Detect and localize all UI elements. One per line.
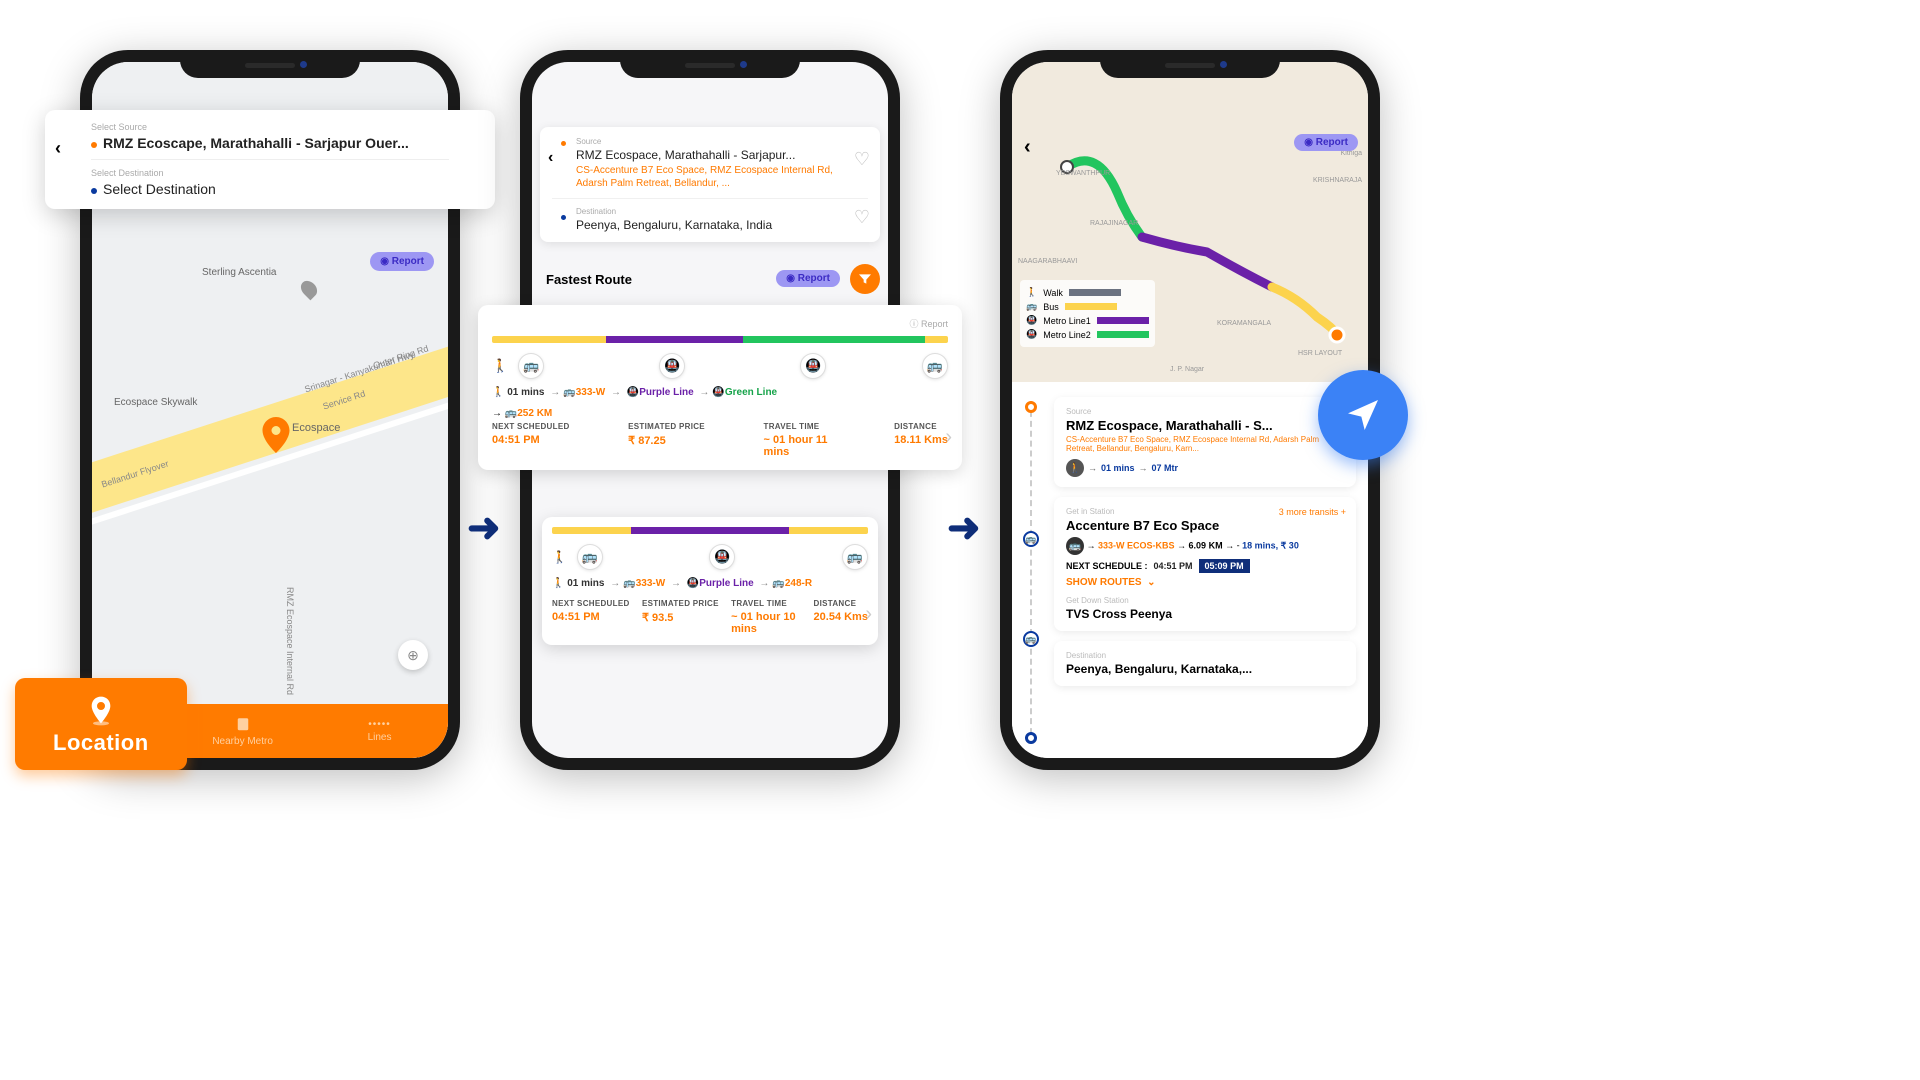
bus-icon: 🚌 — [922, 353, 948, 379]
map-label: YESWANTHPUR — [1056, 170, 1110, 177]
favorite-dest-button[interactable]: ♡ — [854, 207, 870, 228]
source-card: Source RMZ Ecospace, Marathahalli - S...… — [1054, 397, 1356, 487]
route-mode-icons: 🚶 🚌 🚇 🚌 — [552, 544, 868, 570]
map-label: J. P. Nagar — [1170, 366, 1204, 373]
chevron-right-icon: › — [865, 603, 872, 626]
metro-icon: 🚇 — [709, 544, 735, 570]
bus-icon: 🚌 — [842, 544, 868, 570]
report-button[interactable]: ◉ Report — [776, 270, 840, 287]
more-transits-link[interactable]: 3 more transits + — [1279, 507, 1346, 517]
route-detail-panel: 🚌 🚌 Source RMZ Ecospace, Marathahalli - … — [1012, 387, 1368, 758]
route-steps: 🚶 01 mins →🚌333-W → 🚇Purple Line →🚌248-R — [552, 578, 868, 589]
chevron-right-icon: › — [945, 426, 952, 449]
bus-icon: 🚌 — [1026, 301, 1037, 312]
route-option-1[interactable]: ⓘ Report 🚶 🚌 🚇 🚇 🚌 🚶 01 mins →🚌333-W → 🚇… — [478, 305, 962, 470]
bus-icon: 🚌 — [577, 544, 603, 570]
destination-hint: Destination — [576, 207, 840, 216]
route-map[interactable]: ‹ ◉ Report YESWANTHPUR RAJAJINAGAR NAAGA… — [1012, 62, 1368, 382]
source-title: RMZ Ecospace, Marathahalli - S... — [1066, 418, 1344, 433]
route-option-2[interactable]: 🚶 🚌 🚇 🚌 🚶 01 mins →🚌333-W → 🚇Purple Line… — [542, 517, 878, 645]
metro-icon: 🚇 — [800, 353, 826, 379]
hint-label: Destination — [1066, 651, 1344, 660]
metro-icon: 🚇 — [659, 353, 685, 379]
back-button[interactable]: ‹ — [548, 149, 553, 167]
route-steps: 🚶 01 mins →🚌333-W → 🚇Purple Line →🚇Green… — [492, 387, 948, 398]
source-subtext: CS-Accenture B7 Eco Space, RMZ Ecospace … — [1066, 435, 1344, 453]
nav-lines[interactable]: ••••• Lines — [311, 704, 448, 758]
metro-icon: 🚇 — [1026, 329, 1037, 340]
bus-icon: 🚌 — [1023, 631, 1039, 647]
bus-icon: 🚌 — [1066, 537, 1084, 555]
source-hint: Source — [576, 137, 840, 146]
walk-icon: 🚶 — [552, 550, 567, 564]
report-button[interactable]: ◉ Report — [370, 252, 434, 271]
map-label: Sterling Ascentia — [202, 267, 277, 278]
destination-input[interactable]: Select Destination — [91, 181, 481, 197]
map-label: HSR LAYOUT — [1298, 350, 1342, 357]
source-input[interactable]: RMZ Ecoscape, Marathahalli - Sarjapur Ou… — [91, 135, 481, 151]
phone-mockup-1: Srinagar - Kanyakumari Hwy Outer Ring Rd… — [80, 50, 460, 770]
phone-mockup-3: ‹ ◉ Report YESWANTHPUR RAJAJINAGAR NAAGA… — [1000, 50, 1380, 770]
show-routes-button[interactable]: SHOW ROUTES ⌄ — [1066, 577, 1344, 588]
destination-hint: Select Destination — [91, 168, 481, 178]
map-label: NAAGARABHAAVI — [1018, 258, 1077, 265]
map-label: Ecospace — [292, 422, 340, 434]
fastest-route-label: Fastest Route — [546, 272, 632, 287]
getdown-title: TVS Cross Peenya — [1066, 607, 1344, 621]
map-label: KRISHNARAJA — [1313, 177, 1362, 184]
route-segment-bar — [552, 527, 868, 534]
destination-value[interactable]: Peenya, Bengaluru, Karnataka, India — [576, 218, 840, 232]
timeline: 🚌 🚌 — [1030, 401, 1032, 744]
route-search-card: ‹ ♡ Source RMZ Ecospace, Marathahalli - … — [540, 127, 880, 242]
bus-icon: 🚌 — [518, 353, 544, 379]
destination-title: Peenya, Bengaluru, Karnataka,... — [1066, 662, 1344, 676]
map-label: Ecospace Skywalk — [114, 397, 197, 408]
map-label: RAJAJINAGAR — [1090, 220, 1138, 227]
walk-icon: 🚶 — [1026, 287, 1037, 298]
flow-arrow-icon: ➜ — [467, 505, 501, 551]
phone-mockup-2: ‹ ♡ Source RMZ Ecospace, Marathahalli - … — [520, 50, 900, 770]
filter-button[interactable] — [850, 264, 880, 294]
report-button[interactable]: ◉ Report — [1294, 134, 1358, 151]
map-pin-icon — [298, 278, 321, 301]
map-label: RMZ Ecospace Internal Rd — [285, 587, 295, 695]
walk-icon: 🚶 — [492, 358, 508, 374]
location-marker-icon — [262, 417, 290, 458]
back-button[interactable]: ‹ — [1024, 136, 1031, 159]
route-mode-icons: 🚶 🚌 🚇 🚇 🚌 — [492, 353, 948, 379]
map-legend: 🚶Walk 🚌Bus 🚇Metro Line1 🚇Metro Line2 — [1020, 280, 1155, 347]
location-fab[interactable]: Location — [15, 678, 187, 770]
map-label: Kithiga — [1341, 150, 1362, 157]
source-value[interactable]: RMZ Ecospace, Marathahalli - Sarjapur... — [576, 148, 840, 162]
back-button[interactable]: ‹ — [55, 138, 61, 159]
metro-icon: 🚇 — [1026, 315, 1037, 326]
route-segment-bar — [492, 336, 948, 343]
hint-label: Get Down Station — [1066, 596, 1344, 605]
nav-nearby-metro[interactable]: Nearby Metro — [174, 704, 311, 758]
report-link[interactable]: ⓘ Report — [492, 317, 948, 330]
navigate-fab[interactable] — [1318, 370, 1408, 460]
map-label: KORAMANGALA — [1217, 320, 1271, 327]
source-subtext: CS-Accenture B7 Eco Space, RMZ Ecospace … — [576, 164, 840, 190]
source-hint: Select Source — [91, 122, 481, 132]
bus-icon: 🚌 — [1023, 531, 1039, 547]
search-card: ‹ Select Source RMZ Ecoscape, Marathahal… — [45, 110, 495, 209]
screen-3: ‹ ◉ Report YESWANTHPUR RAJAJINAGAR NAAGA… — [1012, 62, 1368, 758]
station-card[interactable]: 3 more transits + Get in Station Accentu… — [1054, 497, 1356, 631]
destination-card: Destination Peenya, Bengaluru, Karnataka… — [1054, 641, 1356, 686]
hint-label: Source — [1066, 407, 1344, 416]
recenter-button[interactable]: ⊕ — [398, 640, 428, 670]
walk-icon: 🚶 — [1066, 459, 1084, 477]
flow-arrow-icon: ➜ — [947, 505, 981, 551]
station-title: Accenture B7 Eco Space — [1066, 518, 1344, 533]
favorite-source-button[interactable]: ♡ — [854, 149, 870, 170]
